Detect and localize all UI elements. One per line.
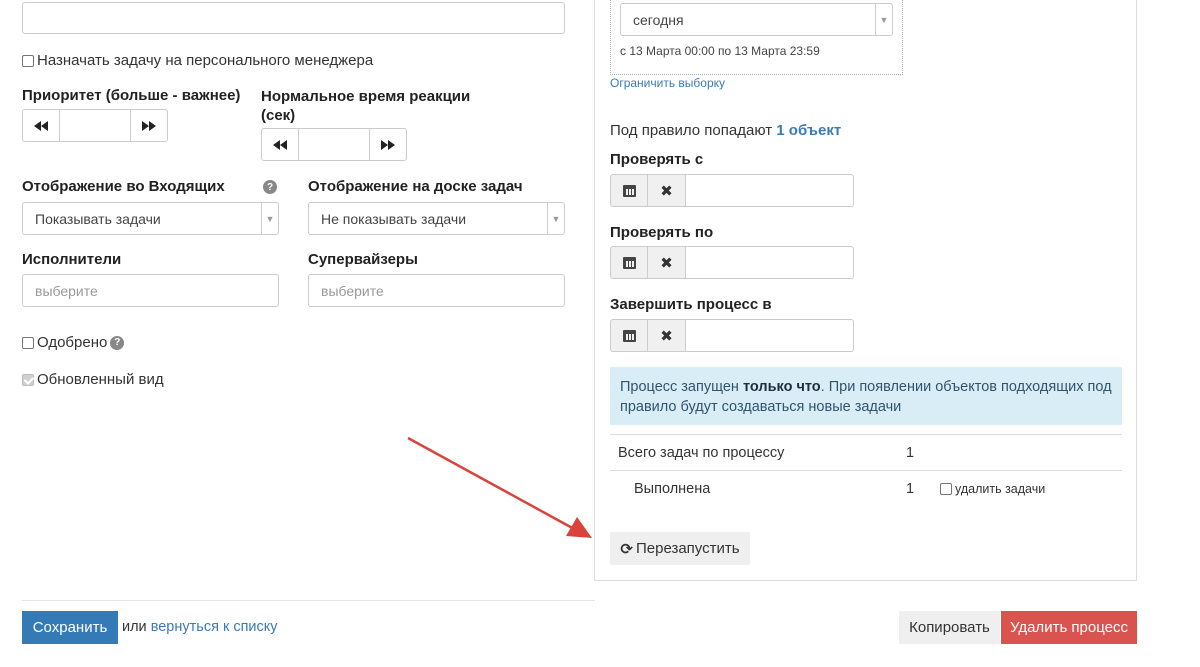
supervisors-input[interactable] xyxy=(308,274,565,307)
approved-row[interactable]: Одобрено ? xyxy=(22,334,125,351)
check-from-picker[interactable]: ✖ xyxy=(610,174,854,207)
updated-view-row: Обновленный вид xyxy=(22,371,164,388)
close-icon: ✖ xyxy=(660,327,673,345)
reaction-time-label-line2: (сек) xyxy=(261,107,296,124)
delete-tasks-row[interactable]: удалить задачи xyxy=(940,482,1045,496)
tasks-table: Всего задач по процессу 1 Выполнена 1 уд… xyxy=(610,434,1122,508)
executors-input[interactable] xyxy=(22,274,279,307)
period-select[interactable]: сегодня ▼ xyxy=(620,3,893,36)
assign-manager-row[interactable]: Назначать задачу на персонального менедж… xyxy=(22,52,373,69)
finish-label: Завершить процесс в xyxy=(610,296,772,313)
delete-process-label: Удалить процесс xyxy=(1009,619,1128,636)
check-from-input[interactable] xyxy=(686,174,854,207)
copy-button-label: Копировать xyxy=(909,619,990,636)
info-prefix: Процесс запущен xyxy=(620,379,739,395)
restart-button[interactable]: ⟳ Перезапустить xyxy=(610,532,750,565)
delete-process-button[interactable]: Удалить процесс xyxy=(1001,611,1137,644)
info-line2: правило будут создаваться новые задачи xyxy=(620,399,902,415)
close-icon: ✖ xyxy=(660,254,673,272)
restart-button-label: Перезапустить xyxy=(635,540,740,557)
info-bold: только что xyxy=(742,379,821,395)
priority-stepper[interactable] xyxy=(22,109,168,142)
reaction-decrease-button[interactable] xyxy=(261,128,299,161)
priority-label: Приоритет (больше - важнее) xyxy=(22,87,241,104)
chevron-down-icon: ▼ xyxy=(261,203,278,234)
board-display-value: Не показывать задачи xyxy=(321,210,467,227)
check-to-input[interactable] xyxy=(686,246,854,279)
backward-icon xyxy=(273,139,287,150)
reaction-time-label: Нормальное время реакции (сек) xyxy=(261,87,470,125)
period-range: с 13 Марта 00:00 по 13 Марта 23:59 xyxy=(620,44,820,58)
check-to-label: Проверять по xyxy=(610,224,714,241)
info-suffix: . При появлении объектов подходящих под xyxy=(820,379,1112,395)
forward-icon xyxy=(381,139,395,150)
board-display-select[interactable]: Не показывать задачи ▼ xyxy=(308,202,565,235)
assign-manager-checkbox[interactable] xyxy=(22,54,34,67)
reaction-input[interactable] xyxy=(299,128,369,161)
check-from-label: Проверять с xyxy=(610,151,704,168)
assign-manager-label: Назначать задачу на персонального менедж… xyxy=(37,52,374,69)
clear-button[interactable]: ✖ xyxy=(648,174,686,207)
delete-tasks-checkbox[interactable] xyxy=(940,483,952,495)
finish-input[interactable] xyxy=(686,319,854,352)
clear-button[interactable]: ✖ xyxy=(648,319,686,352)
inbox-display-select[interactable]: Показывать задачи ▼ xyxy=(22,202,279,235)
limit-selection-link[interactable]: Ограничить выборку xyxy=(610,76,725,90)
done-count: 1 xyxy=(906,481,915,497)
refresh-icon: ⟳ xyxy=(620,540,633,558)
inbox-display-value: Показывать задачи xyxy=(35,210,161,227)
priority-increase-button[interactable] xyxy=(130,109,168,142)
rule-count: Под правило попадают 1 объект xyxy=(610,122,841,139)
reaction-increase-button[interactable] xyxy=(369,128,407,161)
board-display-label: Отображение на доске задач xyxy=(308,178,523,195)
calendar-button[interactable] xyxy=(610,174,648,207)
backward-icon xyxy=(34,120,48,131)
rule-count-link[interactable]: 1 объект xyxy=(776,122,841,139)
finish-picker[interactable]: ✖ xyxy=(610,319,854,352)
reaction-time-stepper[interactable] xyxy=(261,128,407,161)
calendar-icon xyxy=(622,256,636,269)
priority-decrease-button[interactable] xyxy=(22,109,60,142)
updated-view-checkbox xyxy=(22,373,34,386)
save-button[interactable]: Сохранить xyxy=(22,611,118,644)
done-label: Выполнена xyxy=(634,481,711,497)
calendar-button[interactable] xyxy=(610,246,648,279)
top-text-input[interactable] xyxy=(22,2,565,34)
info-alert: Процесс запущен только что. При появлени… xyxy=(610,367,1122,425)
question-icon[interactable]: ? xyxy=(263,180,277,194)
priority-input[interactable] xyxy=(60,109,130,142)
forward-icon xyxy=(142,120,156,131)
calendar-icon xyxy=(622,329,636,342)
copy-button[interactable]: Копировать xyxy=(899,611,1000,644)
question-icon[interactable]: ? xyxy=(110,335,125,350)
updated-view-label: Обновленный вид xyxy=(37,371,164,388)
supervisors-label: Супервайзеры xyxy=(308,251,418,268)
table-row: Выполнена 1 удалить задачи xyxy=(610,471,1122,508)
delete-tasks-label: удалить задачи xyxy=(955,482,1046,496)
annotation-arrow xyxy=(407,436,592,538)
approved-checkbox[interactable] xyxy=(22,336,34,349)
reaction-time-label-line1: Нормальное время реакции xyxy=(261,88,471,105)
approved-label: Одобрено xyxy=(37,334,108,351)
save-button-label: Сохранить xyxy=(32,619,108,636)
calendar-icon xyxy=(622,184,636,197)
check-to-picker[interactable]: ✖ xyxy=(610,246,854,279)
close-icon: ✖ xyxy=(660,182,673,200)
executors-label: Исполнители xyxy=(22,251,122,268)
or-text: или xyxy=(122,619,147,635)
back-to-list-link[interactable]: вернуться к списку xyxy=(151,619,278,635)
total-tasks-label: Всего задач по процессу xyxy=(618,445,785,461)
rule-count-prefix: Под правило попадают xyxy=(610,122,773,139)
calendar-button[interactable] xyxy=(610,319,648,352)
clear-button[interactable]: ✖ xyxy=(648,246,686,279)
chevron-down-icon: ▼ xyxy=(547,203,564,234)
table-row: Всего задач по процессу 1 xyxy=(610,434,1122,471)
footer-links: или вернуться к списку xyxy=(122,619,278,635)
inbox-display-label: Отображение во Входящих xyxy=(22,178,225,195)
footer-divider xyxy=(22,600,595,601)
total-tasks-count: 1 xyxy=(906,445,915,461)
period-value: сегодня xyxy=(633,11,684,28)
chevron-down-icon: ▼ xyxy=(875,4,892,35)
